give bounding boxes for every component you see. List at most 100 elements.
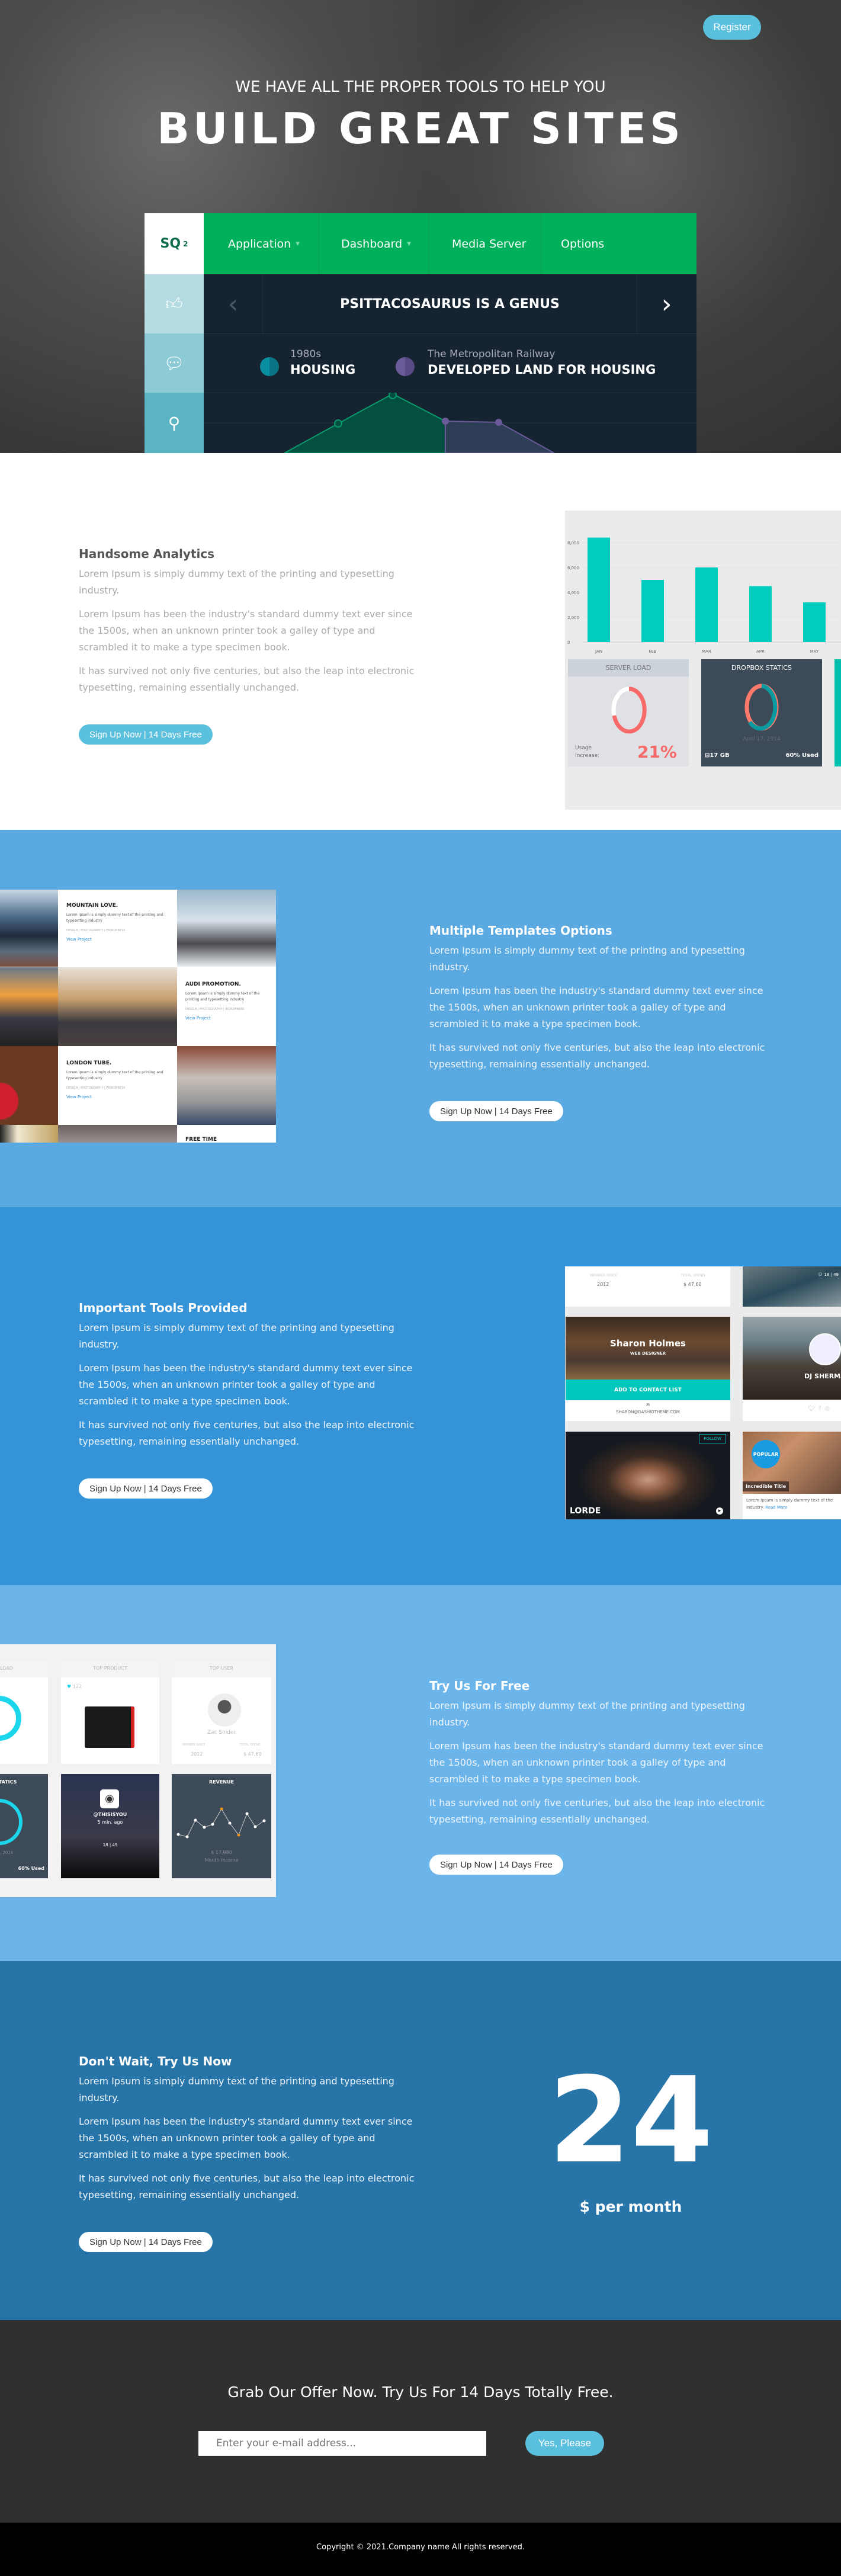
total-spend-label: TOTAL SPEND (240, 1743, 261, 1747)
y-tick-label: 4,000 (567, 591, 579, 595)
y-tick-label: 0 (567, 640, 570, 645)
bar-chart: 0 2,000 4,000 6,000 8,000 JAN FEB MAR APR MAY (567, 537, 841, 654)
nav-options[interactable]: Options (561, 213, 604, 274)
social-icons[interactable]: 🐦︎f◎ (808, 1406, 833, 1412)
card-tags: DESIGN | PHOTOGRAPHY | WORDPRESS (185, 1008, 245, 1011)
register-button[interactable]: Register (703, 15, 761, 40)
analytics-text: Handsome Analytics Lorem Ipsum is simply… (79, 547, 416, 703)
profile-role: WEB DESIGNER (630, 1351, 666, 1356)
server-load-card: LOAD (0, 1660, 48, 1764)
dashboard-mockup: SQ 2 Application ▼ Dashboard ▼ Media Server… (145, 213, 696, 453)
paragraph: It has survived not only five centuries,… (429, 1042, 765, 1070)
teal-card (834, 659, 841, 766)
photo-stats: 💬︎ 18 | 49 (817, 1272, 839, 1277)
paragraph: Lorem Ipsum is simply dummy text of the … (429, 945, 745, 973)
template-card[interactable]: AUDI PROMOTION. Lorem Ipsum is simply du… (177, 967, 276, 1046)
dj-card: DJ SHERMAN 🐦︎f◎ (743, 1317, 841, 1421)
nav-application[interactable]: Application ▼ (228, 213, 300, 274)
nav-label: Dashboard (341, 237, 403, 251)
add-contact-button[interactable]: ADD TO CONTACT LIST (566, 1380, 730, 1400)
insta-stats: 18 | 49 (102, 1843, 118, 1847)
statics-card: STATICS , 2014 60% Used (0, 1774, 48, 1878)
analytics-section: Handsome Analytics Lorem Ipsum is simply… (0, 453, 841, 830)
speech-bubble-icon[interactable]: 💬︎ (145, 333, 204, 393)
likes: ♥ 122 (67, 1684, 82, 1689)
photo-mountain-man (177, 890, 276, 967)
tools-mockup: MEMBER SINCE 2012 TOTAL SPEND $ 47,60 💬︎… (565, 1266, 841, 1519)
legend-small: 1980s (290, 348, 322, 360)
bar-feb (641, 580, 664, 642)
signup-button[interactable]: Sign Up Now | 14 Days Free (79, 724, 213, 745)
paragraph: Lorem Ipsum is simply dummy text of the … (79, 2075, 394, 2103)
nav-dashboard[interactable]: Dashboard ▼ (341, 213, 411, 274)
bar-mar (695, 567, 718, 642)
dropbox-card: DROPBOX STATICS April 17, 2014 ⊟17 GB 60… (701, 659, 822, 766)
view-project-link[interactable]: View Project (66, 1095, 169, 1099)
nav-label: Application (228, 237, 291, 251)
card-title: REVENUE (209, 1779, 234, 1785)
section-heading: Try Us For Free (429, 1679, 530, 1693)
legend-dot-railway (396, 357, 415, 376)
card-title: AUDI PROMOTION. (185, 981, 241, 987)
photo-bike-lake (0, 890, 58, 967)
section-heading: Important Tools Provided (79, 1301, 248, 1315)
paragraph: It has survived not only five centuries,… (79, 2173, 415, 2200)
member-since-label: MEMBER SINCE (590, 1273, 618, 1278)
stats-text: 18 | 49 (824, 1272, 839, 1277)
card-title: TOP PRODUCT (61, 1660, 159, 1677)
yes-please-button[interactable]: Yes, Please (525, 2431, 604, 2456)
signup-button[interactable]: Sign Up Now | 14 Days Free (79, 1478, 213, 1499)
signup-button[interactable]: Sign Up Now | 14 Days Free (79, 2232, 213, 2252)
server-load-card: SERVER LOAD Usage Increase: 21% (568, 659, 689, 766)
x-tick-label: APR (756, 649, 765, 654)
template-card[interactable]: FREE TIME (177, 1125, 276, 1143)
tools-text: Important Tools Provided Lorem Ipsum is … (79, 1301, 416, 1457)
play-icon[interactable]: ▶ (716, 1507, 723, 1515)
x-tick-label: MAY (810, 649, 819, 654)
nav-media-server[interactable]: Media Server (452, 213, 526, 274)
x-tick-label: JAN (595, 649, 602, 654)
card-tags: DESIGN | PHOTOGRAPHY | WORDPRESS (66, 1086, 126, 1090)
profile-card: Sharon Holmes WEB DESIGNER ADD TO CONTAC… (566, 1317, 730, 1421)
view-project-link[interactable]: View Project (66, 937, 169, 942)
wallet-image (85, 1706, 134, 1748)
hero-section: Register WE HAVE ALL THE PROPER TOOLS TO… (0, 0, 841, 453)
donut-ring (0, 1696, 21, 1741)
tryfree-mockup: LOAD TOP PRODUCT ♥ 122 TOP USER Zac Snid… (0, 1644, 276, 1897)
insta-time: 5 min. ago (97, 1820, 123, 1825)
view-project-link[interactable]: View Project (185, 1016, 268, 1021)
section-heading: Multiple Templates Options (429, 923, 612, 938)
increase-label: Increase: (575, 753, 600, 759)
signup-button[interactable]: Sign Up Now | 14 Days Free (429, 1101, 563, 1121)
template-card[interactable]: LONDON TUBE. Lorem Ipsum is simply dummy… (58, 1046, 177, 1125)
dropbox-used: 60% Used (785, 752, 818, 759)
member-since-label: MEMBER SINCE (182, 1743, 206, 1747)
slider-prev-arrow[interactable]: ‹ (204, 274, 262, 333)
signup-button[interactable]: Sign Up Now | 14 Days Free (429, 1855, 563, 1875)
hero-title: BUILD GREAT SITES (157, 104, 684, 153)
slider-title: PSITTACOSAURUS IS A GENUS (262, 274, 637, 333)
read-more-link[interactable]: Read More (765, 1505, 787, 1510)
hero-tagline: WE HAVE ALL THE PROPER TOOLS TO HELP YOU (235, 78, 606, 96)
photo-pebbles: 💬︎ 18 | 49 (743, 1266, 841, 1307)
total-spend-label: TOTAL SPEND (680, 1273, 705, 1278)
card-title: DROPBOX STATICS (731, 664, 792, 672)
search-icon[interactable]: ⚲ (145, 393, 204, 453)
slider-next-arrow[interactable]: › (637, 274, 696, 333)
photo-underground-sign (177, 1046, 276, 1125)
x-tick-label: FEB (649, 649, 656, 654)
photo (58, 1125, 177, 1143)
paragraph: It has survived not only five centuries,… (79, 1419, 415, 1447)
heart-icon: ♥ (67, 1684, 72, 1689)
thumbs-up-icon[interactable]: 👍︎ (145, 274, 204, 333)
paragraph: Lorem Ipsum is simply dummy text of the … (79, 1322, 394, 1350)
mail-icon: ✉ (646, 1403, 650, 1407)
logo-sup: 2 (183, 239, 188, 248)
card-title: SERVER LOAD (568, 659, 689, 676)
email-input[interactable] (198, 2431, 486, 2456)
dj-name: DJ SHERMAN (804, 1372, 841, 1380)
profile-email: SHARON@DASHIOTHEME.COM (616, 1410, 680, 1414)
follow-button[interactable]: FOLLOW (699, 1434, 726, 1443)
template-card[interactable]: MOUNTAIN LOVE. Lorem Ipsum is simply dum… (58, 890, 177, 967)
paragraph: It has survived not only five centuries,… (79, 665, 415, 693)
